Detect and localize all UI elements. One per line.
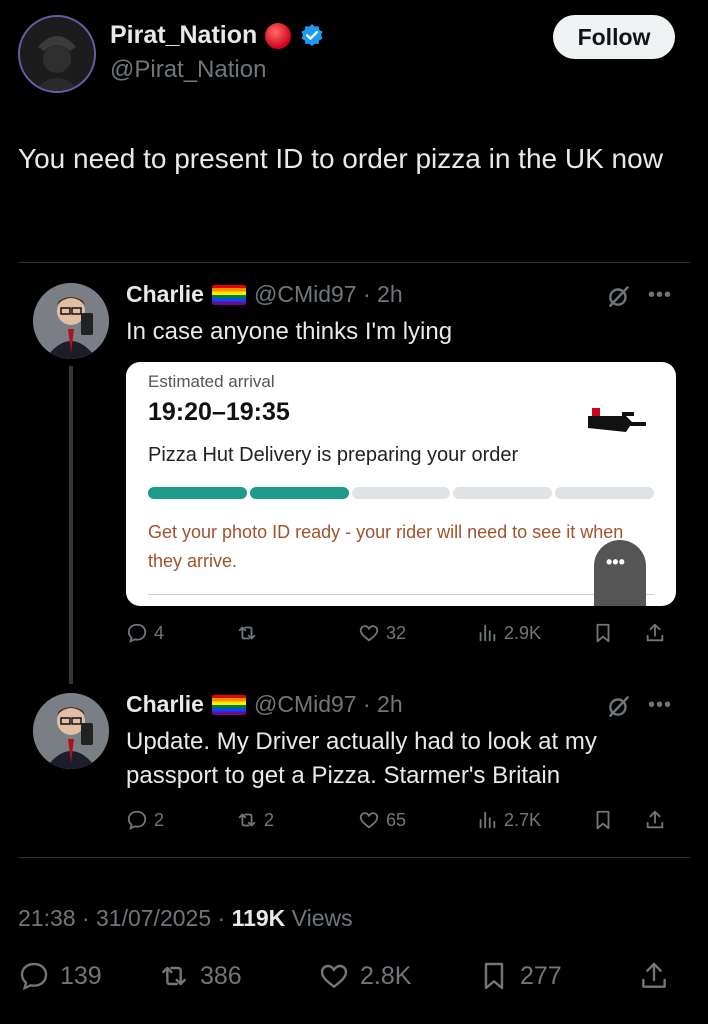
bookmark-icon (484, 962, 504, 990)
repost-button[interactable] (236, 622, 358, 644)
arrival-label: Estimated arrival (148, 372, 275, 391)
order-progress-bar (148, 487, 654, 499)
views-chart-icon (479, 811, 496, 829)
post-reply-count: 139 (60, 961, 102, 990)
views-count: 2.7K (504, 809, 542, 830)
chat-bubble-button[interactable] (594, 540, 646, 606)
reply-icon (127, 623, 147, 643)
repost-count: 2 (264, 809, 275, 830)
progress-segment (453, 487, 553, 499)
views-count: 2.9K (504, 622, 542, 643)
post-timestamp[interactable]: 21:38 · 31/07/2025 · (18, 905, 232, 931)
share-button[interactable] (644, 809, 666, 831)
reply-count: 2 (154, 809, 165, 830)
more-options-icon[interactable]: ••• (648, 284, 672, 307)
progress-segment (249, 487, 349, 499)
reply-button[interactable]: 4 (126, 622, 236, 644)
like-button[interactable]: 65 (358, 809, 476, 831)
heart-icon (320, 964, 348, 989)
divider (18, 262, 690, 263)
author-handle[interactable]: @Pirat_Nation (110, 56, 266, 84)
reply-action-bar: 2 2 65 2.7K (126, 809, 676, 831)
author-name-row[interactable]: Pirat_Nation (110, 21, 325, 50)
progress-segment (555, 487, 654, 499)
reply-count: 4 (154, 622, 165, 643)
progress-segment (148, 487, 247, 499)
post-text: You need to present ID to order pizza in… (18, 143, 663, 174)
bookmark-icon (596, 623, 610, 643)
grok-icon[interactable] (606, 693, 632, 719)
share-icon (642, 962, 666, 988)
post-reply-button[interactable]: 139 (18, 960, 158, 992)
heart-icon (359, 625, 379, 642)
divider (18, 857, 690, 858)
reply-handle-time[interactable]: @CMid97 · 2h (254, 281, 403, 308)
heart-icon (359, 812, 379, 829)
views-button[interactable]: 2.7K (476, 809, 592, 831)
post-bookmark-count: 277 (520, 961, 562, 990)
delivery-scooter-icon (588, 408, 646, 432)
follow-button[interactable]: Follow (553, 15, 675, 59)
rainbow-flag-icon (211, 694, 246, 715)
repost-icon (238, 626, 256, 640)
progress-segment (351, 487, 451, 499)
reply-author-row[interactable]: Charlie @CMid97 · 2h (126, 281, 403, 308)
verified-badge-icon (301, 23, 323, 46)
reply-avatar[interactable] (33, 283, 109, 359)
more-options-icon[interactable]: ••• (648, 694, 672, 717)
like-count: 65 (386, 809, 407, 830)
post-views-count: 119K (231, 905, 286, 931)
bookmark-button[interactable] (592, 809, 644, 831)
share-button[interactable] (644, 622, 666, 644)
thread-connector-line (69, 366, 73, 684)
reply-icon (20, 962, 48, 991)
grok-icon[interactable] (606, 283, 632, 309)
like-count: 32 (386, 622, 407, 643)
reply-avatar[interactable] (33, 693, 109, 769)
reply-handle-time[interactable]: @CMid97 · 2h (254, 691, 403, 718)
order-screenshot-image[interactable]: Estimated arrival 19:20–19:35 Pizza Hut … (126, 362, 676, 606)
reply-author-name[interactable]: Charlie (126, 691, 204, 718)
post-repost-count: 386 (200, 961, 242, 990)
order-status: Pizza Hut Delivery is preparing your ord… (148, 444, 519, 466)
reply-text: In case anyone thinks I'm lying (126, 318, 453, 345)
post-views-label: Views (285, 905, 353, 931)
reply-author-row[interactable]: Charlie @CMid97 · 2h (126, 691, 403, 718)
repost-button[interactable]: 2 (236, 809, 358, 831)
post-action-bar: 139 386 2.8K 277 (18, 960, 690, 992)
chat-more-icon: ••• (606, 552, 625, 572)
post-timestamp-views[interactable]: 21:38 · 31/07/2025 · 119K Views (18, 905, 353, 932)
rainbow-flag-icon (211, 284, 246, 305)
red-circle-emoji-icon (265, 22, 292, 49)
reply-author-name[interactable]: Charlie (126, 281, 204, 308)
author-display-name[interactable]: Pirat_Nation (110, 21, 257, 50)
share-icon (646, 623, 664, 642)
post-bookmark-button[interactable]: 277 (478, 960, 638, 992)
bookmark-button[interactable] (592, 622, 644, 644)
reply-text: Update. My Driver actually had to look a… (126, 728, 597, 789)
bookmark-icon (596, 810, 610, 830)
post-repost-button[interactable]: 386 (158, 960, 318, 992)
repost-icon (238, 813, 256, 827)
like-button[interactable]: 32 (358, 622, 476, 644)
views-chart-icon (479, 624, 496, 642)
repost-icon (162, 966, 186, 986)
reply-button[interactable]: 2 (126, 809, 236, 831)
card-divider (148, 594, 654, 595)
author-avatar[interactable] (18, 15, 96, 93)
reply-icon (127, 810, 147, 830)
arrival-time: 19:20–19:35 (148, 398, 290, 426)
reply-action-bar: 4 32 2.9K (126, 622, 676, 644)
share-icon (646, 810, 664, 829)
post-like-count: 2.8K (360, 961, 412, 990)
post-share-button[interactable] (638, 960, 670, 992)
post-like-button[interactable]: 2.8K (318, 960, 478, 992)
views-button[interactable]: 2.9K (476, 622, 592, 644)
id-warning-text: Get your photo ID ready - your rider wil… (148, 522, 624, 571)
